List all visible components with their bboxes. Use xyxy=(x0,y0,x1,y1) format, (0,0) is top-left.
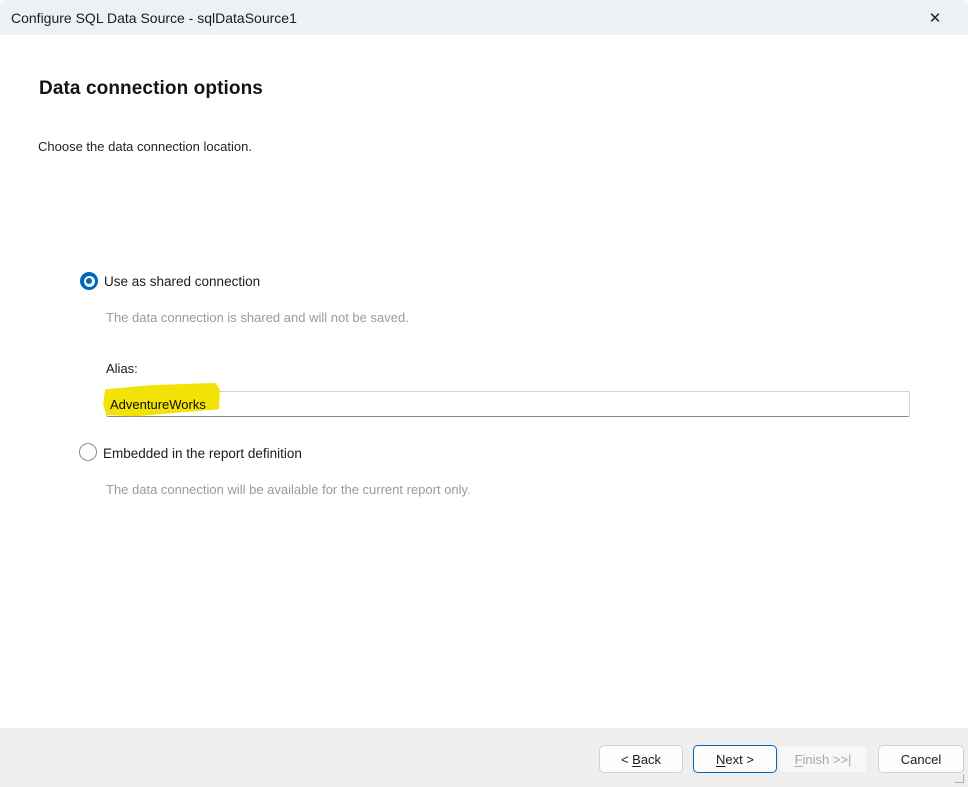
radio-use-as-shared-connection[interactable] xyxy=(80,272,98,290)
window-title: Configure SQL Data Source - sqlDataSourc… xyxy=(11,10,297,26)
label-embedded-in-report-definition[interactable]: Embedded in the report definition xyxy=(103,446,302,461)
back-button[interactable]: < Back xyxy=(599,745,683,773)
cancel-button[interactable]: Cancel xyxy=(878,745,964,773)
desc-embedded-in-report-definition: The data connection will be available fo… xyxy=(106,482,471,497)
next-button[interactable]: Next > xyxy=(693,745,777,773)
close-icon: ✕ xyxy=(929,9,942,27)
radio-ring xyxy=(84,276,95,287)
label-use-as-shared-connection[interactable]: Use as shared connection xyxy=(104,274,260,289)
finish-button[interactable]: Finish >>| xyxy=(778,745,868,773)
close-button[interactable]: ✕ xyxy=(920,0,950,35)
configure-sql-data-source-dialog: Configure SQL Data Source - sqlDataSourc… xyxy=(0,0,968,787)
alias-value: AdventureWorks xyxy=(110,397,206,412)
alias-label: Alias: xyxy=(106,361,138,376)
radio-embedded-in-report-definition[interactable] xyxy=(79,443,97,461)
footer-bar: < Back Next > Finish >>| Cancel xyxy=(0,728,968,787)
page-subtitle: Choose the data connection location. xyxy=(38,139,252,154)
alias-input[interactable]: AdventureWorks xyxy=(106,391,910,417)
page-title: Data connection options xyxy=(39,78,263,100)
radio-dot xyxy=(86,278,92,284)
resize-grip[interactable] xyxy=(955,774,964,783)
desc-use-as-shared-connection: The data connection is shared and will n… xyxy=(106,310,409,325)
titlebar: Configure SQL Data Source - sqlDataSourc… xyxy=(0,0,968,35)
